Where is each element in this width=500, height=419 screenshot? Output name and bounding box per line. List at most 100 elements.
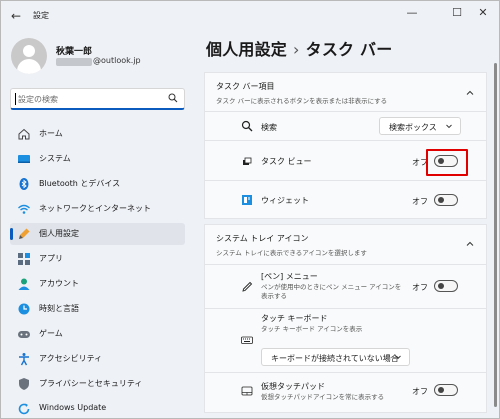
scrollbar-thumb[interactable] (494, 63, 497, 407)
avatar-head (23, 45, 35, 57)
toggle-state-text: オフ (412, 387, 428, 396)
sidebar-item-label: システム (39, 154, 71, 163)
row-description: 仮想タッチパッドアイコンを常に表示する (261, 393, 385, 401)
avatar-body (17, 59, 41, 74)
search-icon[interactable] (168, 93, 178, 103)
pen-icon (242, 281, 253, 292)
tray-row-touch-keyboard: タッチ キーボード タッチ キーボード アイコンを表示 キーボードが接続されてい… (204, 309, 487, 373)
minimize-icon[interactable]: — (401, 5, 423, 21)
accessibility-icon (19, 353, 29, 366)
time-language-icon (18, 303, 30, 315)
sidebar-item-label: アクセシビリティ (39, 354, 103, 363)
sidebar-item-label: アカウント (39, 279, 79, 288)
section-title: システム トレイ アイコン (216, 234, 309, 243)
task-view-icon (243, 157, 252, 165)
virtual-touchpad-toggle[interactable] (434, 384, 458, 396)
sidebar-item-time-language[interactable]: 時刻と言語 (10, 298, 185, 320)
search-mode-dropdown[interactable]: 検索ボックス (379, 117, 461, 135)
section-title: タスク バー項目 (216, 82, 275, 91)
toggle-state-text: オフ (412, 283, 428, 292)
apps-icon (18, 253, 30, 265)
sidebar-item-label: Bluetooth とデバイス (39, 179, 121, 188)
dropdown-value: 検索ボックス (389, 123, 437, 132)
title-bar: ← 設定 — ☐ ✕ (1, 1, 499, 31)
sidebar-item-label: ゲーム (39, 329, 63, 338)
widgets-toggle[interactable] (434, 194, 458, 206)
sidebar-item-label: プライバシーとセキュリティ (39, 379, 143, 388)
sidebar-item-accessibility[interactable]: アクセシビリティ (10, 348, 185, 370)
sidebar-item-network[interactable]: ネットワークとインターネット (10, 198, 185, 220)
taskbar-row-widgets: ウィジェット オフ (204, 181, 487, 219)
sidebar-item-label: Windows Update (39, 403, 107, 412)
email-redacted (56, 58, 92, 66)
bluetooth-icon (19, 178, 29, 190)
widgets-icon (242, 195, 252, 205)
dropdown-value: キーボードが接続されていない場合 (271, 354, 399, 363)
system-tray-header[interactable]: システム トレイ アイコン システム トレイに表示できるアイコンを選択します (204, 224, 487, 265)
pen-menu-toggle[interactable] (434, 280, 458, 292)
sidebar-item-personalization[interactable]: 個人用設定 (10, 223, 185, 245)
row-label: 検索 (261, 123, 277, 132)
sidebar-item-accounts[interactable]: アカウント (10, 273, 185, 295)
home-icon (18, 128, 30, 140)
page-title: タスク バー (305, 40, 393, 59)
taskbar-row-search: 検索 検索ボックス (204, 112, 487, 141)
tray-row-pen-menu: [ペン] メニュー ペンが使用中のときにペン メニュー アイコンを表示する オフ (204, 265, 487, 309)
sidebar-item-label: ホーム (39, 129, 63, 138)
highlight-box (426, 149, 468, 176)
chevron-up-icon[interactable] (465, 239, 475, 249)
toggle-knob (438, 283, 444, 289)
app-title: 設定 (33, 11, 49, 20)
sidebar-item-home[interactable]: ホーム (10, 123, 185, 145)
touch-keyboard-dropdown[interactable]: キーボードが接続されていない場合 (261, 348, 410, 366)
sidebar-item-apps[interactable]: アプリ (10, 248, 185, 270)
avatar[interactable] (11, 38, 47, 74)
back-arrow-icon[interactable]: ← (9, 9, 23, 23)
account-icon (18, 278, 30, 290)
row-label: タッチ キーボード (261, 314, 328, 323)
text-caret (15, 93, 16, 105)
row-label: [ペン] メニュー (261, 272, 318, 281)
taskbar-items-header[interactable]: タスク バー項目 タスク バーに表示されるボタンを表示または非表示にする (204, 72, 487, 112)
breadcrumb: 個人用設定 › タスク バー (206, 36, 392, 60)
chevron-down-icon (395, 355, 401, 360)
row-label: 仮想タッチパッド (261, 382, 325, 391)
search-placeholder: 設定の検索 (18, 95, 58, 104)
user-email-domain: @outlook.jp (93, 56, 141, 65)
settings-window: ← 設定 — ☐ ✕ 秋葉一郎 @outlook.jp 設定の検索 ホーム シス… (0, 0, 500, 419)
personalization-icon (19, 228, 30, 239)
toggle-state-text: オフ (412, 197, 428, 206)
row-description: ペンが使用中のときにペン メニュー アイコンを表示する (261, 283, 402, 300)
touchpad-icon (241, 386, 253, 396)
chevron-up-icon[interactable] (465, 88, 475, 98)
row-label: ウィジェット (261, 196, 309, 205)
network-icon (18, 204, 30, 214)
sidebar-item-label: アプリ (39, 254, 63, 263)
sidebar-item-windows-update[interactable]: Windows Update (10, 398, 185, 418)
sidebar-item-label: 時刻と言語 (39, 304, 79, 313)
section-subtitle: システム トレイに表示できるアイコンを選択します (216, 249, 367, 257)
active-indicator (10, 228, 13, 240)
tray-row-virtual-touchpad: 仮想タッチパッド 仮想タッチパッドアイコンを常に表示する オフ (204, 373, 487, 413)
breadcrumb-parent[interactable]: 個人用設定 (206, 40, 287, 59)
search-input[interactable]: 設定の検索 (10, 88, 185, 110)
row-label: タスク ビュー (261, 157, 312, 166)
maximize-icon[interactable]: ☐ (446, 5, 468, 21)
sidebar-item-bluetooth[interactable]: Bluetooth とデバイス (10, 173, 185, 195)
toggle-knob (438, 387, 444, 393)
toggle-knob (438, 197, 444, 203)
privacy-shield-icon (19, 378, 29, 390)
gaming-icon (18, 331, 30, 338)
windows-update-icon (18, 403, 30, 415)
keyboard-icon (241, 336, 253, 344)
section-subtitle: タスク バーに表示されるボタンを表示または非表示にする (216, 97, 388, 105)
sidebar-item-privacy[interactable]: プライバシーとセキュリティ (10, 373, 185, 395)
sidebar-item-system[interactable]: システム (10, 148, 185, 170)
row-description: タッチ キーボード アイコンを表示 (261, 325, 363, 333)
sidebar-item-label: 個人用設定 (39, 229, 79, 238)
close-icon[interactable]: ✕ (472, 5, 494, 21)
sidebar-item-gaming[interactable]: ゲーム (10, 323, 185, 345)
sidebar-item-label: ネットワークとインターネット (39, 204, 151, 213)
search-icon (241, 120, 253, 132)
system-icon (18, 155, 30, 163)
